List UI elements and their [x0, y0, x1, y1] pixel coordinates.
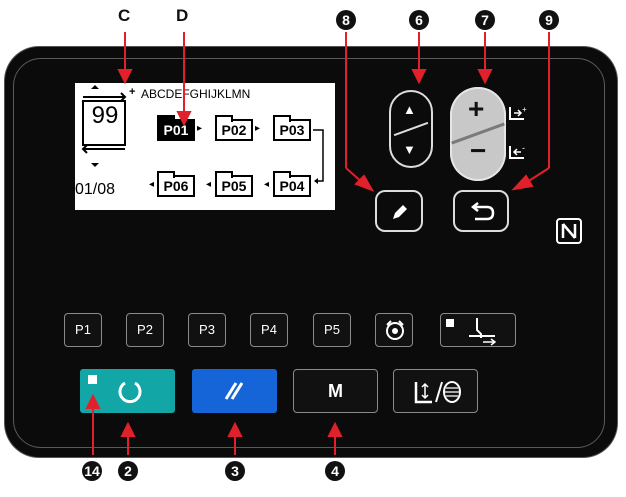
callout-14: 14	[82, 461, 102, 481]
callout-arrows	[85, 32, 550, 455]
callout-2: 2	[118, 461, 138, 481]
callout-3: 3	[225, 461, 245, 481]
callout-4: 4	[325, 461, 345, 481]
